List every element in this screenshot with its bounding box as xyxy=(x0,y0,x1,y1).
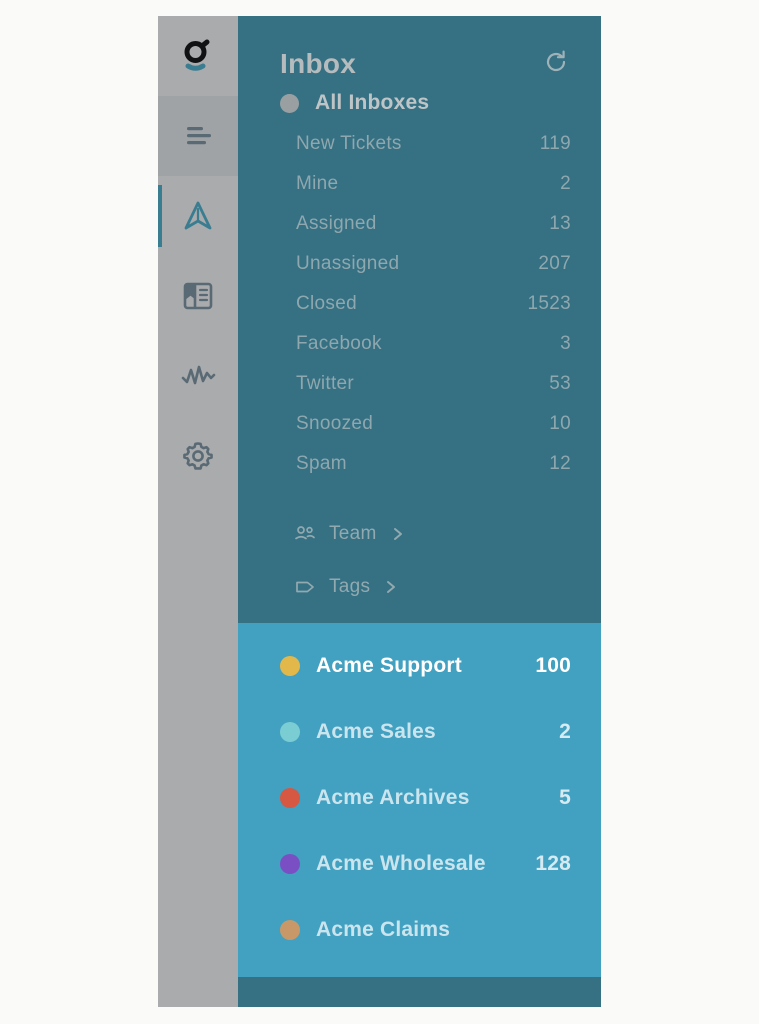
mailbox-row-acme-wholesale[interactable]: Acme Wholesale 128 xyxy=(238,831,601,897)
mailbox-label: Acme Wholesale xyxy=(316,852,486,875)
menu-lines-icon xyxy=(181,123,215,149)
mailbox-color-dot-icon xyxy=(280,656,300,676)
rail-item-knowledge-base[interactable] xyxy=(158,256,238,336)
mailbox-row-acme-archives[interactable]: Acme Archives 5 xyxy=(238,765,601,831)
gear-icon xyxy=(181,439,215,473)
mailbox-row-acme-claims[interactable]: Acme Claims xyxy=(238,897,601,963)
mailbox-row-acme-sales[interactable]: Acme Sales 2 xyxy=(238,699,601,765)
mailbox-label: Acme Archives xyxy=(316,786,470,809)
folder-row-assigned[interactable]: Assigned 13 xyxy=(296,213,571,253)
mailbox-label: Acme Sales xyxy=(316,720,436,743)
group-list: Team Tags xyxy=(238,493,601,613)
folder-count: 53 xyxy=(549,373,571,394)
mailbox-label: Acme Claims xyxy=(316,918,451,941)
people-icon xyxy=(294,523,316,545)
panel-footer xyxy=(238,977,601,1007)
folder-count: 119 xyxy=(539,133,571,154)
brand-logo[interactable] xyxy=(158,16,238,96)
folder-row-facebook[interactable]: Facebook 3 xyxy=(296,333,571,373)
folder-label: Spam xyxy=(296,453,347,474)
all-inboxes-row[interactable]: All Inboxes xyxy=(238,79,601,125)
mailbox-color-dot-icon xyxy=(280,920,300,940)
panel-header: Inbox xyxy=(238,16,601,79)
mailbox-count: 2 xyxy=(559,720,571,743)
mailbox-color-dot-icon xyxy=(280,722,300,742)
activity-pulse-icon xyxy=(180,364,216,388)
folder-list: New Tickets 119 Mine 2 Assigned 13 Unass… xyxy=(238,125,601,493)
book-icon xyxy=(181,279,215,313)
mailbox-color-dot-icon xyxy=(280,854,300,874)
rail-item-reports[interactable] xyxy=(158,336,238,416)
chevron-right-icon xyxy=(385,579,397,595)
folder-label: Snoozed xyxy=(296,413,374,434)
tag-icon xyxy=(294,576,316,598)
folder-row-closed[interactable]: Closed 1523 xyxy=(296,293,571,333)
rail-item-settings[interactable] xyxy=(158,416,238,496)
mailbox-group: Acme Support 100 Acme Sales 2 Acme Archi… xyxy=(238,623,601,977)
folder-count: 207 xyxy=(538,253,571,274)
folder-count: 1523 xyxy=(527,293,571,314)
folder-row-new-tickets[interactable]: New Tickets 119 xyxy=(296,133,571,173)
brand-logo-icon xyxy=(178,36,218,76)
folder-label: Unassigned xyxy=(296,253,400,274)
group-label: Team xyxy=(329,522,377,544)
refresh-button[interactable] xyxy=(541,49,571,79)
folder-row-twitter[interactable]: Twitter 53 xyxy=(296,373,571,413)
folder-label: Facebook xyxy=(296,333,382,354)
folder-label: Mine xyxy=(296,173,339,194)
panel-spacer xyxy=(238,613,601,623)
app-window: Inbox All Inboxes New Tickets 119 Mine 2… xyxy=(158,16,601,1007)
all-inboxes-dot-icon xyxy=(280,93,299,113)
folder-row-snoozed[interactable]: Snoozed 10 xyxy=(296,413,571,453)
all-inboxes-label: All Inboxes xyxy=(315,91,430,114)
folder-count: 12 xyxy=(549,453,571,474)
rail-item-conversations[interactable] xyxy=(158,176,238,256)
navigation-arrow-icon xyxy=(180,198,216,234)
folder-count: 2 xyxy=(560,173,571,194)
folder-label: Closed xyxy=(296,293,357,314)
mailbox-color-dot-icon xyxy=(280,788,300,808)
page-title: Inbox xyxy=(280,48,357,79)
rail-item-menu[interactable] xyxy=(158,96,238,176)
chevron-right-icon xyxy=(392,526,404,542)
icon-rail xyxy=(158,16,238,1007)
inbox-panel: Inbox All Inboxes New Tickets 119 Mine 2… xyxy=(238,16,601,1007)
folder-count: 10 xyxy=(549,413,571,434)
folder-row-spam[interactable]: Spam 12 xyxy=(296,453,571,493)
folder-row-mine[interactable]: Mine 2 xyxy=(296,173,571,213)
folder-count: 13 xyxy=(549,213,571,234)
refresh-icon xyxy=(543,49,569,80)
folder-row-unassigned[interactable]: Unassigned 207 xyxy=(296,253,571,293)
folder-label: Assigned xyxy=(296,213,377,234)
mailbox-count: 100 xyxy=(535,654,571,677)
mailbox-count: 5 xyxy=(559,786,571,809)
group-row-team[interactable]: Team xyxy=(294,507,571,560)
folder-label: Twitter xyxy=(296,373,355,394)
folder-count: 3 xyxy=(560,333,571,354)
folder-label: New Tickets xyxy=(296,133,402,154)
group-row-tags[interactable]: Tags xyxy=(294,560,571,613)
mailbox-count: 128 xyxy=(535,852,571,875)
group-label: Tags xyxy=(329,575,371,597)
mailbox-row-acme-support[interactable]: Acme Support 100 xyxy=(238,633,601,699)
mailbox-label: Acme Support xyxy=(316,654,462,677)
